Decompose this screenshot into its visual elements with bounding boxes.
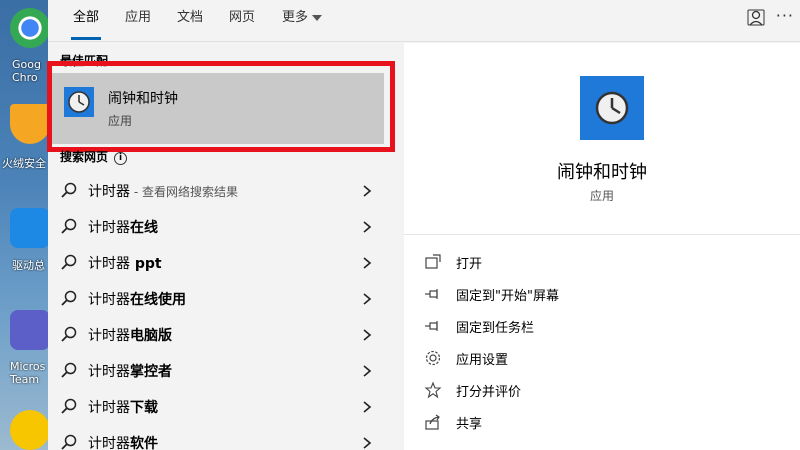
search-result-text: 计时器在线使用 <box>88 289 186 309</box>
search-result-prefix: 计时器 <box>88 184 130 200</box>
action-label: 固定到"开始"屏幕 <box>456 289 559 304</box>
search-result-item[interactable]: 计时器在线使用 <box>48 280 394 316</box>
tab-label: 更多 <box>282 10 309 25</box>
search-result-completion: 软件 <box>130 436 158 450</box>
search-result-prefix: 计时器 <box>88 220 130 236</box>
chevron-right-icon[interactable] <box>360 291 374 305</box>
huorong-desktop-icon[interactable] <box>10 104 48 144</box>
best-match-item[interactable]: 闹钟和时钟 应用 <box>52 73 384 144</box>
tab-documents[interactable]: 文档 <box>177 9 203 33</box>
search-result-prefix: 计时器 <box>88 328 130 344</box>
search-icon <box>60 217 78 235</box>
chrome-desktop-icon[interactable] <box>10 8 48 48</box>
desktop-icon-label: 驱动总 <box>12 259 45 272</box>
search-result-item[interactable]: 计时器电脑版 <box>48 316 394 352</box>
details-pane: 闹钟和时钟 应用 打开固定到"开始"屏幕 固定到任务栏 应用设置打分并评价共享 <box>404 43 800 450</box>
search-result-item[interactable]: 计时器掌控者 <box>48 352 394 388</box>
pin-icon <box>424 285 442 303</box>
search-result-text: 计时器 ppt <box>88 253 162 273</box>
action-label: 打分并评价 <box>456 385 522 400</box>
search-result-completion: 掌控者 <box>130 364 172 380</box>
app-title: 闹钟和时钟 <box>557 162 647 183</box>
search-result-text: 计时器软件 <box>88 433 158 450</box>
tab-label: 文档 <box>177 10 204 25</box>
search-result-prefix: 计时器 <box>88 256 130 272</box>
chevron-right-icon[interactable] <box>360 255 374 269</box>
search-icon <box>60 289 78 307</box>
best-match-name: 闹钟和时钟 <box>108 91 178 107</box>
tab-more[interactable]: 更多 <box>282 9 323 33</box>
chevron-right-icon[interactable] <box>360 435 374 449</box>
tab-label: 应用 <box>125 10 152 25</box>
desktop-icon-label: Goog Chro <box>12 58 41 84</box>
search-result-item[interactable]: 计时器软件 <box>48 424 394 450</box>
search-icon <box>60 397 78 415</box>
chevron-right-icon[interactable] <box>360 327 374 341</box>
search-result-completion: 在线使用 <box>130 292 186 308</box>
music-desktop-icon[interactable] <box>10 410 48 450</box>
best-match-type: 应用 <box>108 114 133 128</box>
open-icon <box>424 253 442 271</box>
tab-apps[interactable]: 应用 <box>125 9 151 33</box>
chevron-right-icon[interactable] <box>360 219 374 233</box>
search-tabs-bar: 全部 应用 文档 网页 更多 ··· <box>48 0 800 42</box>
feedback-icon[interactable] <box>746 8 766 28</box>
search-result-text: 计时器下载 <box>88 397 158 417</box>
search-icon <box>60 325 78 343</box>
chevron-right-icon[interactable] <box>360 399 374 413</box>
search-result-text: 计时器在线 <box>88 217 158 237</box>
divider <box>404 234 800 235</box>
more-options-icon[interactable]: ··· <box>776 6 794 25</box>
search-result-completion: ppt <box>130 256 162 272</box>
chevron-right-icon[interactable] <box>360 363 374 377</box>
action-label: 应用设置 <box>456 353 509 368</box>
teams-desktop-icon[interactable] <box>10 310 48 350</box>
search-result-completion: 下载 <box>130 400 158 416</box>
chevron-down-icon <box>312 14 323 21</box>
search-result-hint: - 查看网络搜索结果 <box>130 185 238 199</box>
search-icon <box>60 433 78 450</box>
pin-icon <box>424 317 442 335</box>
info-icon[interactable]: i <box>114 152 128 165</box>
tab-label: 全部 <box>73 10 100 25</box>
desktop-icon-label: Micros Team <box>10 360 46 386</box>
driver-desktop-icon[interactable] <box>10 208 48 248</box>
desktop-background: Goog Chro 火绒安全 驱动总 Micros Team <box>0 0 48 450</box>
app-type: 应用 <box>589 189 614 203</box>
gear-icon <box>424 349 442 367</box>
search-result-prefix: 计时器 <box>88 364 130 380</box>
action-label: 共享 <box>456 417 483 432</box>
search-result-completion: 在线 <box>130 220 158 236</box>
search-result-item[interactable]: 计时器 - 查看网络搜索结果 <box>48 172 394 208</box>
tab-web[interactable]: 网页 <box>229 9 255 33</box>
search-result-text: 计时器掌控者 <box>88 361 172 381</box>
tab-all[interactable]: 全部 <box>70 9 102 40</box>
search-result-item[interactable]: 计时器下载 <box>48 388 394 424</box>
star-icon <box>424 381 442 399</box>
search-result-prefix: 计时器 <box>88 400 130 416</box>
results-column: 最佳匹配 闹钟和时钟 应用 搜索网页 i 计时器 - 查看网络搜索结果 计时器在线计… <box>47 43 404 450</box>
search-result-item[interactable]: 计时器 ppt <box>48 244 394 280</box>
search-result-text: 计时器 - 查看网络搜索结果 <box>88 181 238 201</box>
search-icon <box>60 361 78 379</box>
desktop-icon-label: 火绒安全 <box>2 157 46 170</box>
search-result-prefix: 计时器 <box>88 436 130 450</box>
search-result-item[interactable]: 计时器在线 <box>48 208 394 244</box>
search-result-prefix: 计时器 <box>88 292 130 308</box>
action-label: 打开 <box>456 257 483 272</box>
web-search-heading: 搜索网页 i <box>60 148 128 165</box>
chevron-right-icon[interactable] <box>360 183 374 197</box>
clock-icon <box>64 87 94 117</box>
search-panel: 全部 应用 文档 网页 更多 ··· 最佳匹配 闹钟和时钟 应用 搜索网页 i 计… <box>47 0 800 450</box>
search-result-text: 计时器电脑版 <box>88 325 172 345</box>
web-search-heading-label: 搜索网页 <box>60 150 109 164</box>
search-icon <box>60 253 78 271</box>
action-label: 固定到任务栏 <box>456 321 535 336</box>
search-result-completion: 电脑版 <box>130 328 172 344</box>
search-icon <box>60 181 78 199</box>
clock-icon <box>580 76 644 140</box>
tab-label: 网页 <box>229 10 256 25</box>
share-icon <box>424 413 442 431</box>
